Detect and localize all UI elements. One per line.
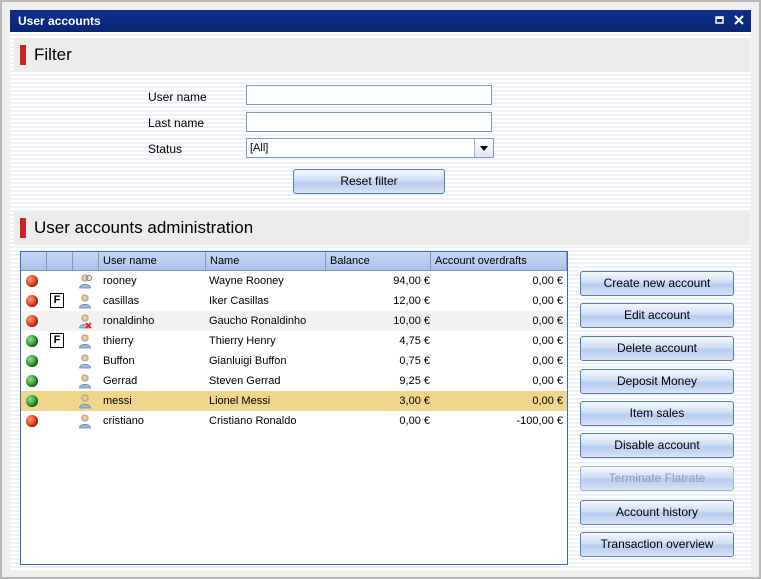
restore-icon[interactable] — [713, 13, 727, 27]
user-icon — [78, 413, 92, 429]
table-row[interactable]: messi Lionel Messi 3,00 € 0,00 € — [21, 391, 567, 411]
cell-overdraft: 0,00 € — [532, 375, 563, 387]
user-online-icon — [78, 273, 92, 289]
table-row[interactable]: ronaldinho Gaucho Ronaldinho 10,00 € 0,00 € — [21, 311, 567, 331]
cell-balance: 12,00 € — [393, 295, 430, 307]
transaction-overview-button[interactable]: Transaction overview — [580, 532, 734, 557]
edit-account-button[interactable]: Edit account — [580, 303, 734, 328]
cell-overdraft: 0,00 € — [532, 355, 563, 367]
lastname-input[interactable] — [246, 112, 492, 132]
cell-name: Iker Casillas — [209, 295, 269, 307]
accent-bar — [20, 45, 26, 65]
column-header-username[interactable]: User name — [99, 252, 206, 270]
cell-overdraft: 0,00 € — [532, 315, 563, 327]
disable-account-button[interactable]: Disable account — [580, 433, 734, 458]
table-row[interactable]: Buffon Gianluigi Buffon 0,75 € 0,00 € — [21, 351, 567, 371]
status-active-icon — [26, 375, 38, 387]
column-header-flatrate[interactable] — [47, 252, 73, 270]
user-accounts-window: User accounts Filter User name Last name… — [0, 0, 761, 579]
cell-balance: 94,00 € — [393, 275, 430, 287]
status-label: Status — [148, 142, 183, 156]
status-select[interactable]: [All] — [246, 138, 494, 158]
cell-overdraft: 0,00 € — [532, 275, 563, 287]
column-header-status[interactable] — [21, 252, 47, 270]
accounts-table[interactable]: User name Name Balance Account overdraft… — [20, 251, 568, 565]
filter-header: Filter — [14, 38, 750, 72]
flatrate-badge: F — [50, 333, 64, 348]
user-icon — [78, 353, 92, 369]
column-header-overdrafts[interactable]: Account overdrafts — [431, 252, 567, 270]
column-header-icon[interactable] — [73, 252, 99, 270]
user-disabled-icon — [78, 313, 92, 329]
window-title: User accounts — [18, 14, 101, 28]
cell-balance: 4,75 € — [399, 335, 430, 347]
cell-overdraft: 0,00 € — [532, 395, 563, 407]
filter-heading: Filter — [34, 45, 72, 64]
content-area: Filter User name Last name Status [All] … — [10, 32, 751, 571]
delete-account-button[interactable]: Delete account — [580, 336, 734, 361]
column-header-name[interactable]: Name — [206, 252, 326, 270]
deposit-money-button[interactable]: Deposit Money — [580, 369, 734, 394]
user-icon — [78, 393, 92, 409]
cell-name: Wayne Rooney — [209, 275, 284, 287]
username-input[interactable] — [246, 85, 492, 105]
table-row[interactable]: Gerrad Steven Gerrad 9,25 € 0,00 € — [21, 371, 567, 391]
user-icon — [78, 373, 92, 389]
cell-username: casillas — [103, 295, 140, 307]
chevron-down-icon[interactable] — [474, 139, 493, 157]
cell-name: Gaucho Ronaldinho — [209, 315, 307, 327]
cell-name: Cristiano Ronaldo — [209, 415, 297, 427]
cell-username: Buffon — [103, 355, 135, 367]
cell-balance: 0,75 € — [399, 355, 430, 367]
table-row[interactable]: rooney Wayne Rooney 94,00 € 0,00 € — [21, 271, 567, 291]
cell-name: Lionel Messi — [209, 395, 271, 407]
table-header: User name Name Balance Account overdraft… — [21, 252, 567, 271]
table-row[interactable]: cristiano Cristiano Ronaldo 0,00 € -100,00 … — [21, 411, 567, 431]
user-icon — [78, 293, 92, 309]
status-inactive-icon — [26, 415, 38, 427]
cell-overdraft: -100,00 € — [516, 415, 563, 427]
cell-username: Gerrad — [103, 375, 138, 387]
cell-name: Thierry Henry — [209, 335, 276, 347]
status-inactive-icon — [26, 295, 38, 307]
title-bar[interactable]: User accounts — [10, 10, 751, 32]
cell-username: rooney — [103, 275, 137, 287]
table-row[interactable]: Fthierry Thierry Henry 4,75 € 0,00 € — [21, 331, 567, 351]
accent-bar — [20, 218, 26, 238]
cell-balance: 3,00 € — [399, 395, 430, 407]
username-label: User name — [148, 90, 207, 104]
status-active-icon — [26, 335, 38, 347]
cell-balance: 0,00 € — [399, 415, 430, 427]
cell-name: Gianluigi Buffon — [209, 355, 287, 367]
item-sales-button[interactable]: Item sales — [580, 401, 734, 426]
admin-header: User accounts administration — [14, 211, 750, 245]
cell-balance: 9,25 € — [399, 375, 430, 387]
close-icon[interactable] — [732, 13, 746, 27]
status-select-value: [All] — [250, 142, 269, 154]
table-row[interactable]: Fcasillas Iker Casillas 12,00 € 0,00 € — [21, 291, 567, 311]
flatrate-badge: F — [50, 293, 64, 308]
cell-username: messi — [103, 395, 132, 407]
status-active-icon — [26, 355, 38, 367]
reset-filter-button[interactable]: Reset filter — [293, 169, 445, 194]
cell-name: Steven Gerrad — [209, 375, 281, 387]
lastname-label: Last name — [148, 116, 205, 130]
user-icon — [78, 333, 92, 349]
status-inactive-icon — [26, 315, 38, 327]
admin-heading: User accounts administration — [34, 218, 254, 237]
cell-username: cristiano — [103, 415, 144, 427]
terminate-flatrate-button[interactable]: Terminate Flatrate — [580, 466, 734, 491]
cell-balance: 10,00 € — [393, 315, 430, 327]
status-active-icon — [26, 395, 38, 407]
column-header-balance[interactable]: Balance — [326, 252, 431, 270]
account-history-button[interactable]: Account history — [580, 500, 734, 525]
cell-username: ronaldinho — [103, 315, 155, 327]
cell-overdraft: 0,00 € — [532, 335, 563, 347]
cell-overdraft: 0,00 € — [532, 295, 563, 307]
cell-username: thierry — [103, 335, 134, 347]
create-account-button[interactable]: Create new account — [580, 271, 734, 296]
status-inactive-icon — [26, 275, 38, 287]
